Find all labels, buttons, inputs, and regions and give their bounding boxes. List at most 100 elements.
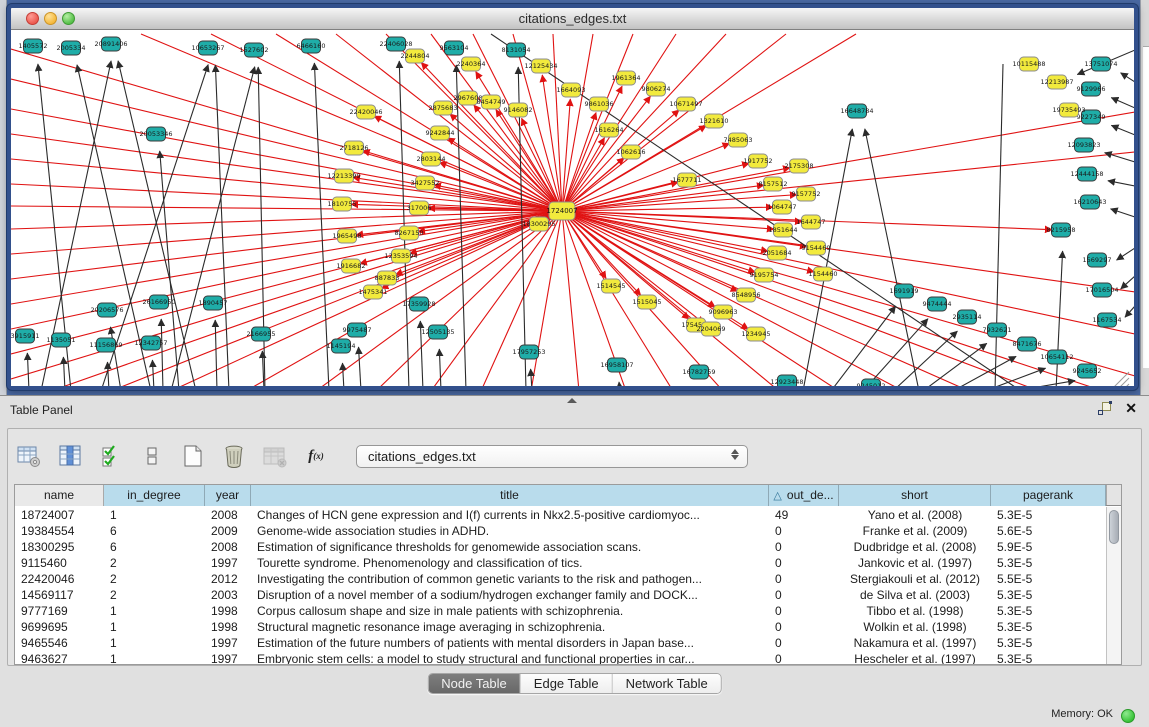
cell-title: Changes of HCN gene expression and I(f) … (251, 507, 769, 523)
graph-edge[interactable] (141, 34, 562, 211)
scrollbar-thumb[interactable] (1109, 510, 1119, 544)
graph-edge[interactable] (215, 320, 217, 386)
graph-edge[interactable] (562, 34, 786, 211)
network-view-window[interactable]: citations_edges.txt 14055722005334208914… (7, 4, 1138, 390)
column-header-year[interactable]: year (205, 485, 251, 506)
graph-edge[interactable] (1121, 276, 1134, 289)
column-header-in_degree[interactable]: in_degree (104, 485, 205, 506)
function-builder-icon[interactable]: f(x) (303, 443, 329, 469)
tab-edge-table[interactable]: Edge Table (521, 674, 613, 693)
graph-edge[interactable] (1111, 98, 1134, 108)
table-body: 1872400712008Changes of HCN gene express… (15, 507, 1106, 664)
trash-icon[interactable] (221, 443, 247, 469)
graph-edge[interactable] (160, 151, 179, 386)
new-document-icon[interactable] (180, 443, 206, 469)
splitter-handle-icon[interactable] (567, 398, 577, 403)
node-table: namein_degreeyeartitle△ out_de...shortpa… (14, 484, 1122, 665)
graph-edge[interactable] (152, 360, 154, 386)
graph-edge[interactable] (923, 343, 987, 386)
column-header-out_degree[interactable]: △ out_de... (769, 485, 839, 506)
table-row[interactable]: 1830029562008Estimation of significance … (15, 539, 1106, 555)
close-button[interactable] (26, 12, 39, 25)
table-row[interactable]: 969969511998Structural magnetic resonanc… (15, 619, 1106, 635)
graph-node-label: 1644747 (797, 218, 826, 226)
graph-edge[interactable] (63, 357, 65, 386)
graph-edge[interactable] (1111, 209, 1134, 217)
table-row[interactable]: 977716911998Corpus callosum shape and si… (15, 603, 1106, 619)
graph-node-label: 1062616 (617, 148, 646, 156)
tab-network-table[interactable]: Network Table (613, 674, 721, 693)
graph-node-label: 1167534 (1093, 316, 1122, 324)
graph-edge[interactable] (51, 211, 562, 386)
graph-edge[interactable] (11, 159, 562, 211)
table-row[interactable]: 1456911722003Disruption of a novel membe… (15, 587, 1106, 603)
graph-edge[interactable] (27, 353, 29, 386)
show-columns-icon[interactable] (57, 443, 83, 469)
graph-edge[interactable] (11, 211, 562, 229)
citation-graph[interactable]: 1405572200533420891406106532671527602646… (11, 31, 1134, 386)
graph-edge[interactable] (619, 382, 620, 386)
table-mode-icon[interactable] (16, 443, 42, 469)
row-pair-icon[interactable] (139, 443, 165, 469)
graph-edge[interactable] (215, 65, 229, 386)
cell-in_degree: 6 (104, 539, 205, 555)
cell-short: de Silva et al. (2003) (839, 587, 991, 603)
vertical-scrollbar[interactable] (1106, 507, 1121, 664)
cell-title: Disruption of a novel member of a sodium… (251, 587, 769, 603)
graph-edge[interactable] (11, 49, 562, 211)
tab-node-table[interactable]: Node Table (428, 674, 521, 693)
close-panel-icon[interactable]: ✕ (1125, 402, 1137, 415)
graph-edge[interactable] (11, 211, 562, 379)
graph-edge[interactable] (562, 34, 676, 211)
graph-edge[interactable] (562, 211, 579, 386)
table-row[interactable]: 1872400712008Changes of HCN gene express… (15, 507, 1106, 523)
zoom-button[interactable] (62, 12, 75, 25)
graph-edge[interactable] (531, 369, 532, 386)
graph-edge[interactable] (314, 63, 329, 386)
memory-status-indicator[interactable] (1121, 709, 1135, 723)
graph-edge[interactable] (211, 34, 562, 211)
app-frame-left-edge (0, 0, 7, 395)
graph-edge[interactable] (1108, 181, 1134, 186)
window-titlebar[interactable]: citations_edges.txt (11, 8, 1134, 30)
graph-edge[interactable] (831, 306, 896, 386)
graph-node-label: 9154469 (802, 244, 831, 252)
table-row[interactable]: 946554611997Estimation of the future num… (15, 635, 1106, 651)
graph-node-label: 1569297 (1083, 256, 1112, 264)
graph-edge[interactable] (1121, 73, 1134, 82)
graph-edge[interactable] (562, 152, 1134, 211)
float-panel-icon[interactable] (1098, 402, 1111, 415)
graph-edge[interactable] (1117, 248, 1134, 260)
graph-edge[interactable] (562, 112, 1134, 211)
table-row[interactable]: 2242004622012Investigating the contribut… (15, 571, 1106, 587)
column-header-name[interactable]: name (15, 485, 104, 506)
graph-edge[interactable] (359, 347, 361, 386)
graph-edge[interactable] (1111, 372, 1129, 386)
graph-edge[interactable] (865, 129, 919, 386)
graph-edge[interactable] (1123, 384, 1129, 386)
graph-edge[interactable] (985, 368, 1046, 386)
network-canvas[interactable]: 1405572200533420891406106532671527602646… (11, 31, 1134, 386)
graph-edge[interactable] (11, 211, 562, 279)
cell-pagerank: 5.3E-5 (991, 635, 1106, 651)
graph-edge[interactable] (1125, 306, 1134, 317)
select-all-checks-icon[interactable] (98, 443, 124, 469)
cell-short: Tibbo et al. (1998) (839, 603, 991, 619)
column-header-short[interactable]: short (839, 485, 991, 506)
column-header-title[interactable]: title (251, 485, 769, 506)
table-row[interactable]: 1938455462009Genome-wide association stu… (15, 523, 1106, 539)
table-row[interactable]: 911546021997Tourette syndrome. Phenomeno… (15, 555, 1106, 571)
graph-edge[interactable] (342, 363, 344, 386)
column-header-pagerank[interactable]: pagerank (991, 485, 1106, 506)
table-selector-dropdown[interactable]: citations_edges.txt (356, 445, 748, 468)
window-title: citations_edges.txt (519, 11, 627, 26)
graph-edge[interactable] (439, 349, 441, 386)
table-row[interactable]: 946362711997Embryonic stem cells: a mode… (15, 651, 1106, 664)
graph-edge[interactable] (562, 211, 1134, 292)
cell-in_degree: 2 (104, 555, 205, 571)
graph-edge[interactable] (1111, 125, 1134, 135)
graph-node-label: 2240364 (457, 60, 486, 68)
minimize-button[interactable] (44, 12, 57, 25)
graph-node-label: 1677711 (673, 176, 702, 184)
graph-node-label: 1475341 (359, 288, 388, 296)
